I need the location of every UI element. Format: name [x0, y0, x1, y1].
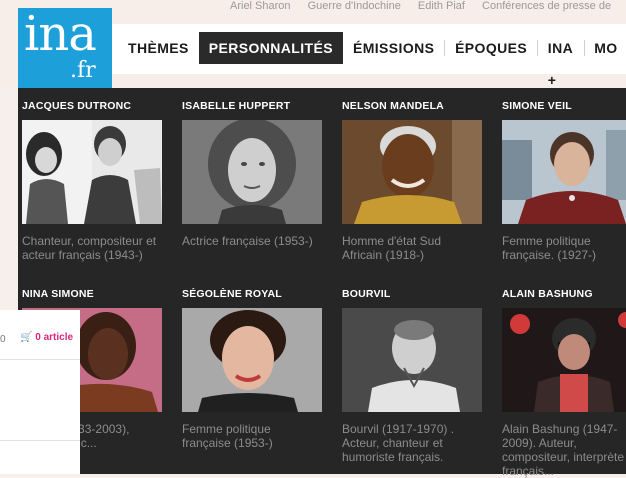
- personality-description: Homme d'état Sud Africain (1918-): [342, 234, 442, 262]
- logo-sub-text: .fr: [70, 58, 96, 83]
- personality-card[interactable]: SIMONE VEIL Femme politique française. (…: [502, 100, 626, 262]
- personalities-panel: JACQUES DUTRONC Chanteur, compositeur et…: [18, 88, 626, 478]
- personality-name[interactable]: ALAIN BASHUNG: [502, 288, 626, 300]
- personality-card[interactable]: BOURVIL Bourvil (1917-1970) . Acteur, ch…: [342, 288, 492, 464]
- nav-ina-plus[interactable]: INA +: [538, 32, 584, 88]
- divider: [0, 440, 80, 441]
- personality-card[interactable]: SÉGOLÈNE ROYAL Femme politique française…: [182, 288, 332, 450]
- personality-description: Alain Bashung (1947-2009). Auteur, compo…: [502, 422, 625, 478]
- nav-themes[interactable]: THÈMES: [118, 32, 199, 64]
- personality-photo[interactable]: [502, 308, 626, 412]
- personality-name[interactable]: NINA SIMONE: [22, 288, 172, 300]
- top-links: Ariel Sharon Guerre d'Indochine Edith Pi…: [230, 0, 626, 14]
- personality-card[interactable]: ALAIN BASHUNG Alain Bashung (1947-2009).…: [502, 288, 626, 478]
- personality-name[interactable]: JACQUES DUTRONC: [22, 100, 172, 112]
- cart-icon: 🛒: [20, 332, 33, 343]
- top-link-3[interactable]: Edith Piaf: [418, 0, 465, 12]
- personality-photo[interactable]: [502, 120, 626, 224]
- nav-epoques[interactable]: ÉPOQUES: [445, 32, 537, 64]
- cart-count-fragment: 0: [0, 334, 6, 345]
- personality-name[interactable]: BOURVIL: [342, 288, 492, 300]
- personality-photo[interactable]: [342, 120, 482, 224]
- personality-photo[interactable]: [182, 120, 322, 224]
- overlapping-window-fragment: 0 🛒 0 article: [0, 310, 80, 474]
- personality-photo[interactable]: [342, 308, 482, 412]
- personality-name[interactable]: SÉGOLÈNE ROYAL: [182, 288, 332, 300]
- personality-photo[interactable]: [182, 308, 322, 412]
- personality-name[interactable]: ISABELLE HUPPERT: [182, 100, 332, 112]
- ina-logo[interactable]: ina .fr: [18, 6, 112, 88]
- nav-more[interactable]: MO: [584, 32, 626, 64]
- top-link-2[interactable]: Guerre d'Indochine: [308, 0, 401, 12]
- personality-name[interactable]: SIMONE VEIL: [502, 100, 626, 112]
- personality-description: Femme politique française. (1927-): [502, 234, 597, 262]
- divider: [0, 359, 80, 360]
- top-link-1[interactable]: Ariel Sharon: [230, 0, 291, 12]
- personality-name[interactable]: NELSON MANDELA: [342, 100, 492, 112]
- personality-photo[interactable]: [22, 120, 162, 224]
- personality-card[interactable]: NELSON MANDELA Homme d'état Sud Africain…: [342, 100, 492, 262]
- personality-description: Bourvil (1917-1970) . Acteur, chanteur e…: [342, 422, 455, 464]
- top-link-4[interactable]: Conférences de presse de: [482, 0, 611, 12]
- cart-label: 0 article: [35, 332, 74, 343]
- personality-description: Femme politique française (1953-): [182, 422, 273, 450]
- nav-personnalites[interactable]: PERSONNALITÉS: [198, 32, 343, 64]
- personality-card[interactable]: JACQUES DUTRONC Chanteur, compositeur et…: [22, 100, 172, 262]
- logo-main-text: ina: [24, 6, 97, 62]
- nav-emissions[interactable]: ÉMISSIONS: [343, 32, 444, 64]
- cart-link[interactable]: 🛒 0 article: [20, 332, 73, 343]
- personality-description: Chanteur, compositeur et acteur français…: [22, 234, 157, 262]
- personality-card[interactable]: ISABELLE HUPPERT Actrice française (1953…: [182, 100, 332, 248]
- main-nav: THÈMES PERSONNALITÉS ÉMISSIONS ÉPOQUES I…: [118, 32, 626, 88]
- personality-card[interactable]: NINA SIMONE athleen 1933-2003), méricain…: [22, 288, 172, 450]
- personality-description: Actrice française (1953-): [182, 234, 313, 248]
